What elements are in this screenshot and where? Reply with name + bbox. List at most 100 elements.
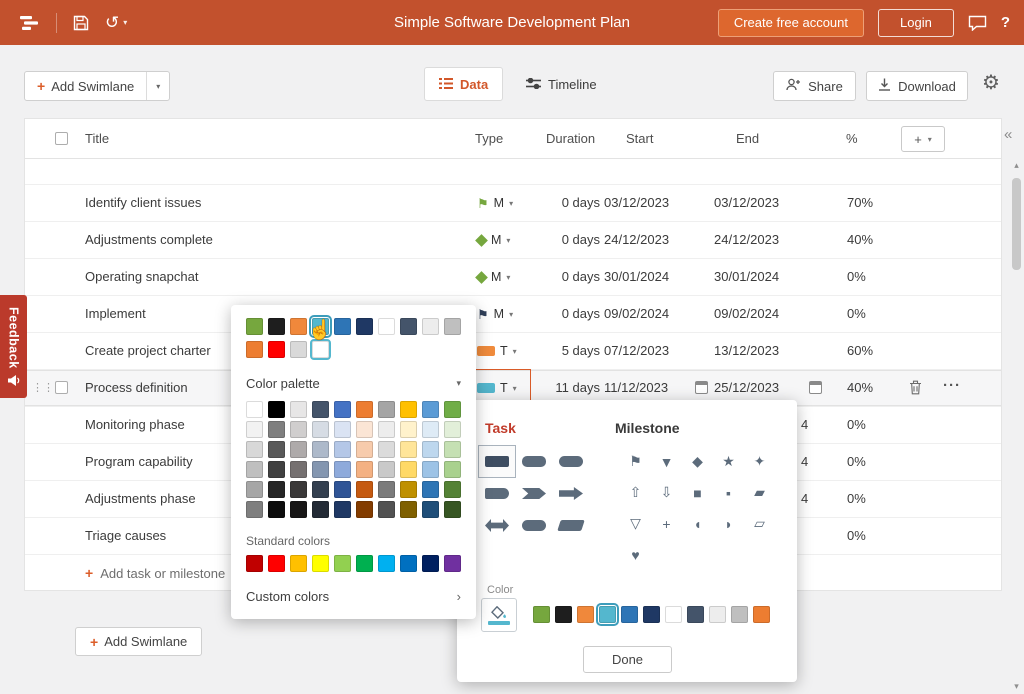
task-shape-skew[interactable] (553, 510, 589, 541)
task-shape-rounded[interactable] (516, 446, 552, 477)
color-swatch[interactable] (246, 401, 263, 418)
color-swatch[interactable] (422, 501, 439, 518)
color-swatch[interactable] (356, 501, 373, 518)
end-date-cell[interactable]: 13/12/2023 (714, 343, 779, 358)
color-swatch[interactable] (378, 441, 395, 458)
color-swatch[interactable] (312, 555, 329, 572)
collapse-panel-icon[interactable]: « (1004, 126, 1012, 143)
color-swatch[interactable] (268, 401, 285, 418)
color-swatch[interactable] (356, 318, 373, 335)
tab-data[interactable]: Data (424, 67, 503, 101)
login-button[interactable]: Login (878, 9, 954, 37)
share-button[interactable]: Share (773, 71, 856, 101)
color-swatch[interactable] (422, 401, 439, 418)
milestone-shape[interactable]: ▰ (744, 477, 775, 508)
color-swatch[interactable] (268, 441, 285, 458)
milestone-shape[interactable]: ✦ (744, 446, 775, 477)
task-shape-round-right[interactable] (479, 478, 515, 509)
color-swatch[interactable] (731, 606, 748, 623)
color-swatch[interactable] (378, 501, 395, 518)
custom-colors-button[interactable]: Custom colors › (246, 589, 461, 604)
save-icon[interactable] (73, 15, 89, 31)
add-swimlane-bottom-button[interactable]: + Add Swimlane (75, 627, 202, 656)
tab-timeline[interactable]: Timeline (512, 67, 611, 101)
color-swatch[interactable] (555, 606, 572, 623)
color-swatch[interactable] (400, 481, 417, 498)
scroll-up-arrow[interactable]: ▴ (1010, 160, 1023, 171)
color-swatch[interactable] (246, 318, 263, 335)
task-shape-double-arrow[interactable] (479, 510, 515, 541)
color-swatch[interactable] (444, 481, 461, 498)
color-swatch[interactable] (246, 421, 263, 438)
end-date-cell[interactable]: 25/12/2023 (714, 380, 779, 395)
milestone-shape[interactable]: ⇩ (651, 477, 682, 508)
add-column-button[interactable]: +▾ (901, 126, 945, 152)
drag-handle-icon[interactable]: ⋮⋮ (32, 381, 54, 394)
color-swatch[interactable] (290, 341, 307, 358)
end-date-cell[interactable]: 24/12/2023 (714, 232, 779, 247)
trash-icon[interactable] (909, 380, 922, 398)
color-swatch[interactable] (422, 441, 439, 458)
column-header-percent[interactable]: % (846, 131, 858, 146)
color-swatch[interactable] (422, 421, 439, 438)
color-swatch[interactable] (246, 501, 263, 518)
color-swatch[interactable] (643, 606, 660, 623)
milestone-shape[interactable]: ⇧ (620, 477, 651, 508)
color-swatch[interactable] (422, 555, 439, 572)
color-swatch[interactable] (577, 606, 594, 623)
color-swatch[interactable] (334, 461, 351, 478)
select-all-checkbox[interactable] (55, 132, 68, 145)
color-swatch[interactable] (246, 341, 263, 358)
column-header-end[interactable]: End (736, 131, 759, 146)
color-swatch[interactable] (290, 461, 307, 478)
color-swatch[interactable] (400, 441, 417, 458)
milestone-shape[interactable]: ◖ (682, 508, 713, 539)
color-swatch[interactable] (599, 606, 616, 623)
color-swatch[interactable] (444, 461, 461, 478)
milestone-shape[interactable]: ▽ (620, 508, 651, 539)
start-date-cell[interactable]: 30/01/2024 (604, 269, 669, 284)
color-swatch[interactable] (334, 441, 351, 458)
column-header-duration[interactable]: Duration (546, 131, 595, 146)
end-date-cell[interactable]: 03/12/2023 (714, 195, 779, 210)
color-swatch[interactable] (312, 441, 329, 458)
color-swatch[interactable] (356, 481, 373, 498)
color-swatch[interactable] (312, 341, 329, 358)
color-swatch[interactable] (422, 461, 439, 478)
color-swatch[interactable] (312, 318, 329, 335)
app-logo-icon[interactable] (20, 15, 40, 31)
add-task-button[interactable]: +Add task or milestone (85, 565, 225, 581)
color-swatch[interactable] (334, 318, 351, 335)
color-swatch[interactable] (400, 555, 417, 572)
add-swimlane-main[interactable]: +Add Swimlane (25, 72, 146, 100)
table-row[interactable]: Adjustments completeM▾0 days24/12/202324… (25, 222, 1001, 259)
column-header-title[interactable]: Title (85, 131, 109, 146)
task-shape-arrow[interactable] (553, 478, 589, 509)
create-free-account-button[interactable]: Create free account (718, 9, 864, 37)
color-swatch[interactable] (290, 421, 307, 438)
color-swatch[interactable] (290, 501, 307, 518)
color-swatch[interactable] (753, 606, 770, 623)
color-swatch[interactable] (268, 461, 285, 478)
milestone-shape[interactable]: ◗ (713, 508, 744, 539)
color-swatch[interactable] (334, 481, 351, 498)
start-date-cell[interactable]: 24/12/2023 (604, 232, 669, 247)
vertical-scrollbar[interactable]: ▴ ▾ (1010, 158, 1023, 694)
color-swatch[interactable] (621, 606, 638, 623)
color-swatch[interactable] (246, 555, 263, 572)
paint-bucket-button[interactable] (481, 598, 517, 632)
color-swatch[interactable] (400, 401, 417, 418)
chat-icon[interactable] (968, 15, 987, 31)
color-swatch[interactable] (246, 441, 263, 458)
color-swatch[interactable] (356, 401, 373, 418)
feedback-tab[interactable]: Feedback (0, 295, 27, 398)
help-icon[interactable]: ? (1001, 14, 1010, 31)
color-swatch[interactable] (444, 401, 461, 418)
color-swatch[interactable] (290, 555, 307, 572)
start-date-cell[interactable]: 09/02/2024 (604, 306, 669, 321)
scroll-down-arrow[interactable]: ▾ (1010, 681, 1023, 692)
color-swatch[interactable] (444, 555, 461, 572)
color-swatch[interactable] (246, 461, 263, 478)
color-swatch[interactable] (290, 401, 307, 418)
color-swatch[interactable] (334, 421, 351, 438)
